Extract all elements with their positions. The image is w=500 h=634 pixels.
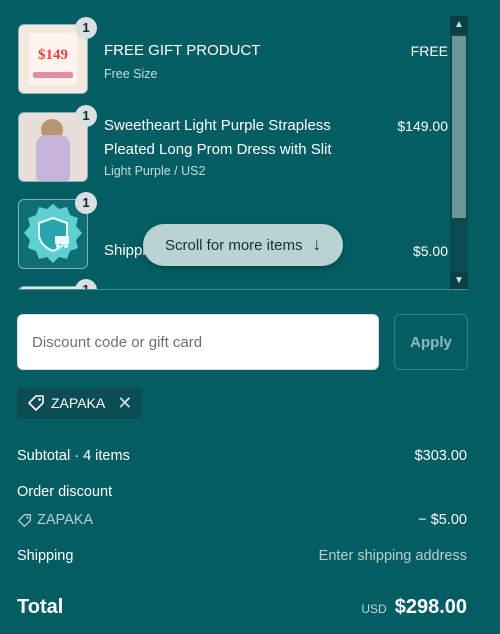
cart-item: $149 1 FREE GIFT PRODUCT Free Size FREE bbox=[0, 16, 450, 106]
scroll-down-button[interactable]: ▼ bbox=[450, 272, 468, 290]
scroll-hint-label: Scroll for more items bbox=[164, 236, 303, 254]
item-price: FREE bbox=[410, 43, 448, 59]
item-price: $149.00 bbox=[397, 118, 448, 134]
tag-icon bbox=[18, 513, 32, 527]
item-variant: Light Purple / US2 bbox=[104, 164, 206, 178]
order-discount-label: Order discount bbox=[17, 484, 113, 500]
scroll-for-more-button[interactable]: Scroll for more items ↓ bbox=[143, 224, 343, 266]
item-price: $5.00 bbox=[412, 243, 448, 259]
shipping-row: Shipping Enter shipping address bbox=[17, 548, 467, 564]
subtotal-row: Subtotal · 4 items $303.00 bbox=[17, 448, 467, 464]
order-discount-row: Order discount bbox=[17, 484, 467, 500]
arrow-down-icon: ↓ bbox=[312, 235, 322, 254]
shipping-label: Shipping bbox=[17, 548, 74, 564]
cart-item: 1 Sweetheart Light Purple Strapless Plea… bbox=[0, 104, 450, 194]
remove-code-icon[interactable]: ✕ bbox=[117, 393, 132, 414]
total-label: Total bbox=[17, 596, 64, 618]
total-value-group: USD $298.00 bbox=[361, 596, 467, 619]
currency-code: USD bbox=[361, 602, 387, 616]
quantity-badge: 1 bbox=[75, 105, 97, 127]
tag-icon bbox=[28, 395, 44, 411]
apply-button[interactable]: Apply bbox=[394, 314, 468, 370]
scroll-up-button[interactable]: ▲ bbox=[450, 16, 468, 34]
applied-discount-chip: ZAPAKA ✕ bbox=[17, 387, 143, 419]
items-scrollbar[interactable]: ▲ ▼ bbox=[450, 16, 468, 290]
quantity-badge: 1 bbox=[75, 17, 97, 39]
discount-code-input[interactable] bbox=[17, 314, 379, 370]
divider bbox=[18, 289, 468, 290]
order-discount-code-row: ZAPAKA − $5.00 bbox=[17, 512, 467, 532]
total-amount: $298.00 bbox=[394, 596, 467, 618]
subtotal-value: $303.00 bbox=[414, 448, 467, 464]
applied-code-label: ZAPAKA bbox=[51, 395, 106, 411]
item-name: FREE GIFT PRODUCT bbox=[104, 42, 261, 59]
subtotal-label: Subtotal · 4 items bbox=[17, 448, 130, 464]
quantity-badge: 1 bbox=[75, 192, 97, 214]
shipping-value: Enter shipping address bbox=[318, 548, 467, 564]
order-discount-value: − $5.00 bbox=[418, 512, 467, 528]
order-discount-code: ZAPAKA bbox=[37, 512, 94, 528]
scrollbar-thumb[interactable] bbox=[452, 36, 466, 218]
item-name: Sweetheart Light Purple Strapless Pleate… bbox=[104, 117, 332, 158]
thumb-price-text: $149 bbox=[38, 47, 68, 63]
item-variant: Free Size bbox=[104, 67, 158, 81]
